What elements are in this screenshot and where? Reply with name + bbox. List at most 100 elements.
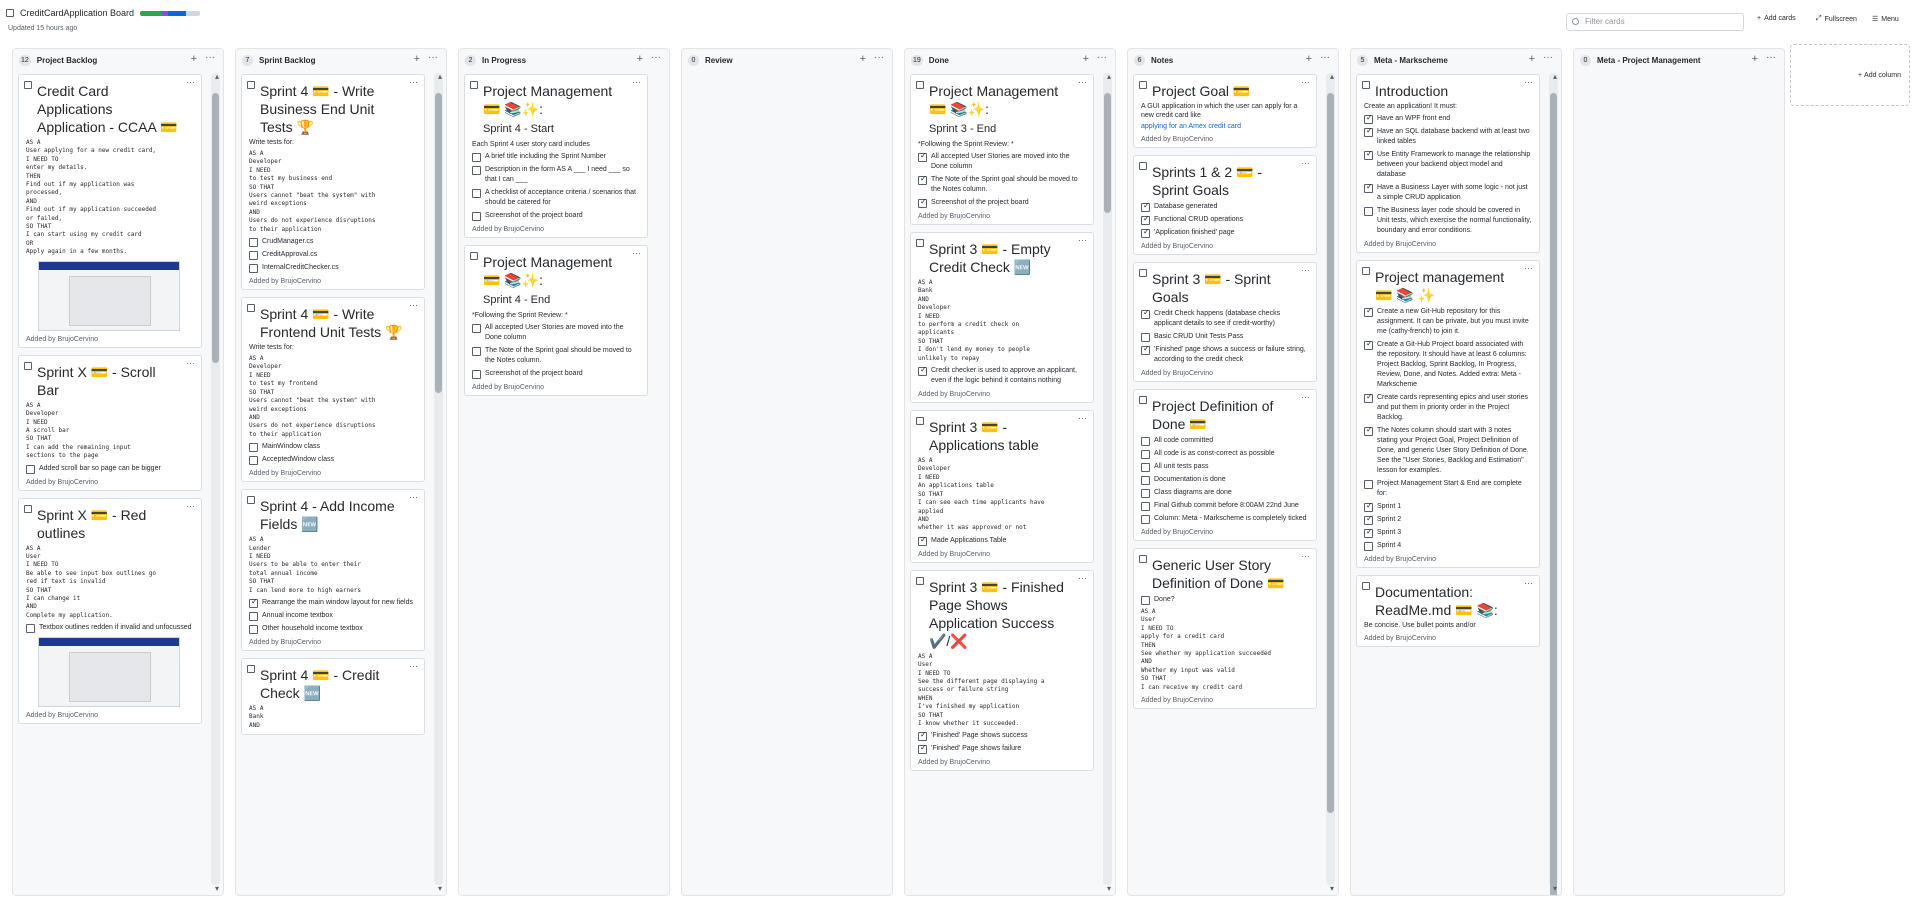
card-menu-icon[interactable]: ··· (409, 77, 418, 87)
checkbox[interactable] (1141, 502, 1150, 511)
checklist-item[interactable]: All code committed (1141, 436, 1309, 446)
checklist-item[interactable]: Have a Business Layer with some logic - … (1364, 182, 1532, 203)
checklist-item[interactable]: Added scroll bar so page can be bigger (26, 464, 194, 474)
checklist-item[interactable]: Screenshot of the project board (918, 197, 1086, 208)
checkbox[interactable] (1364, 480, 1373, 489)
checklist-item[interactable]: A checklist of acceptance criteria / sce… (472, 188, 640, 208)
card[interactable]: ··· Documentation: ReadMe.md 💳 📚: Be conci… (1356, 575, 1540, 647)
checkbox[interactable] (1364, 113, 1373, 124)
checklist-item[interactable]: Have an SQL database backend with at lea… (1364, 126, 1532, 147)
checkbox[interactable] (918, 730, 927, 742)
checkbox[interactable] (1364, 392, 1373, 403)
checkbox[interactable] (26, 464, 35, 474)
checklist-item[interactable]: Have an WPF front end (1364, 113, 1532, 124)
column-menu-icon[interactable]: ··· (1320, 52, 1330, 63)
checklist-item[interactable]: AcceptedWindow class (249, 455, 417, 466)
checkbox[interactable] (1364, 306, 1373, 317)
checklist-item[interactable]: All accepted User Stories are moved into… (918, 151, 1086, 172)
card-menu-icon[interactable]: ··· (1078, 573, 1087, 583)
card-menu-icon[interactable]: ··· (186, 77, 195, 87)
card-menu-icon[interactable]: ··· (1301, 392, 1310, 402)
checklist-item[interactable]: Sprint 3 (1364, 527, 1532, 538)
card-menu-icon[interactable]: ··· (1524, 263, 1533, 273)
add-column-button[interactable]: + Add column (1790, 44, 1910, 106)
menu-button[interactable]: ☰ Menu (1872, 15, 1899, 24)
add-card-icon[interactable]: + (637, 53, 643, 65)
add-card-icon[interactable]: + (414, 53, 420, 65)
add-card-icon[interactable]: + (860, 53, 866, 65)
card[interactable]: ··· Sprint 4 💳 - Write Frontend Unit Test… (241, 297, 425, 483)
checklist-item[interactable]: CreditApproval.cs (249, 250, 417, 261)
scrollbar[interactable] (434, 73, 443, 885)
scrollbar-thumb[interactable] (435, 93, 442, 393)
scroll-up-icon[interactable]: ▴ (1553, 72, 1557, 81)
checkbox[interactable] (918, 365, 927, 377)
checkbox[interactable] (1141, 308, 1150, 319)
scroll-up-icon[interactable]: ▴ (1107, 72, 1111, 81)
checklist-item[interactable]: Project Management Start & End are compl… (1364, 479, 1532, 499)
checkbox[interactable] (1141, 450, 1150, 459)
checkbox[interactable] (1141, 344, 1150, 355)
card[interactable]: ··· Project Management 💳 📚✨: Sprint 4 - St… (464, 74, 648, 238)
card[interactable]: ··· Sprint X 💳 - Red outlines AS A User I … (18, 497, 202, 725)
checklist-item[interactable]: Credit checker is used to approve an app… (918, 365, 1086, 386)
checkbox[interactable] (1364, 126, 1373, 137)
checklist-item[interactable]: Functional CRUD operations (1141, 214, 1309, 225)
checklist-item[interactable]: Done? (1141, 595, 1309, 605)
checkbox[interactable] (1141, 489, 1150, 498)
checklist-item[interactable]: Rearrange the main window layout for new… (249, 597, 417, 608)
checklist-item[interactable]: Create a new Git-Hub repository for this… (1364, 306, 1532, 337)
scrollbar-thumb[interactable] (1550, 93, 1557, 895)
checklist-item[interactable]: Screenshot of the project board (472, 211, 640, 221)
fullscreen-button[interactable]: ⤢ Fullscreen (1816, 15, 1857, 23)
checklist-item[interactable]: The Business layer code should be covere… (1364, 206, 1532, 236)
checkbox[interactable] (472, 324, 481, 333)
card[interactable]: ··· Project Management 💳 📚✨: Sprint 3 - En… (910, 74, 1094, 225)
checklist-item[interactable]: Basic CRUD Unit Tests Pass (1141, 332, 1309, 342)
checkbox[interactable] (1364, 527, 1373, 538)
checkbox[interactable] (918, 743, 927, 755)
card-menu-icon[interactable]: ··· (186, 501, 195, 511)
checklist-item[interactable]: Sprint 4 (1364, 541, 1532, 551)
scrollbar-thumb[interactable] (1104, 93, 1111, 213)
checkbox[interactable] (1141, 214, 1150, 225)
add-card-icon[interactable]: + (1083, 53, 1089, 65)
card-menu-icon[interactable]: ··· (1524, 77, 1533, 87)
checklist-item[interactable]: Column: Meta - Markscheme is completely … (1141, 514, 1309, 524)
scrollbar[interactable] (1549, 73, 1558, 895)
checkbox[interactable] (472, 347, 481, 356)
checkbox[interactable] (249, 456, 258, 466)
checklist-item[interactable]: MainWindow class (249, 442, 417, 453)
checklist-item[interactable]: All unit tests pass (1141, 462, 1309, 472)
checklist-item[interactable]: 'Finished' Page shows success (918, 730, 1086, 742)
checklist-item[interactable]: Database generated (1141, 201, 1309, 212)
checklist-item[interactable]: Other household income textbox (249, 624, 417, 634)
card-link[interactable]: applying for an Amex credit card (1141, 122, 1309, 131)
checklist-item[interactable]: A brief title including the Sprint Numbe… (472, 152, 640, 162)
checklist-item[interactable]: Create cards representing epics and user… (1364, 392, 1532, 423)
column-menu-icon[interactable]: ··· (874, 52, 884, 63)
card-menu-icon[interactable]: ··· (1301, 551, 1310, 561)
checkbox[interactable] (1364, 542, 1373, 551)
checkbox[interactable] (1364, 149, 1373, 160)
card[interactable]: ··· Project Definition of Done 💳 All code … (1133, 389, 1317, 541)
card[interactable]: ··· Generic User Story Definition of Done… (1133, 548, 1317, 710)
checklist-item[interactable]: Class diagrams are done (1141, 488, 1309, 498)
checkbox[interactable] (1141, 476, 1150, 485)
checkbox[interactable] (249, 611, 258, 621)
card-menu-icon[interactable]: ··· (632, 248, 641, 258)
card-menu-icon[interactable]: ··· (1301, 265, 1310, 275)
checkbox[interactable] (1141, 437, 1150, 446)
add-card-icon[interactable]: + (1752, 53, 1758, 65)
checkbox[interactable] (918, 535, 927, 546)
checkbox[interactable] (1364, 207, 1373, 216)
filter-input[interactable]: Filter cards (1566, 13, 1744, 31)
card[interactable]: ··· Sprint 3 💳 - Empty Credit Check 🆕 AS A… (910, 232, 1094, 404)
scrollbar-thumb[interactable] (212, 93, 219, 363)
card-menu-icon[interactable]: ··· (409, 492, 418, 502)
column-menu-icon[interactable]: ··· (205, 52, 215, 63)
checkbox[interactable] (1141, 227, 1150, 238)
column-menu-icon[interactable]: ··· (1543, 52, 1553, 63)
checklist-item[interactable]: Description in the form AS A ___ I need … (472, 165, 640, 185)
card[interactable]: ··· Sprint 4 💳 - Credit Check 🆕 AS A Bank … (241, 657, 425, 736)
